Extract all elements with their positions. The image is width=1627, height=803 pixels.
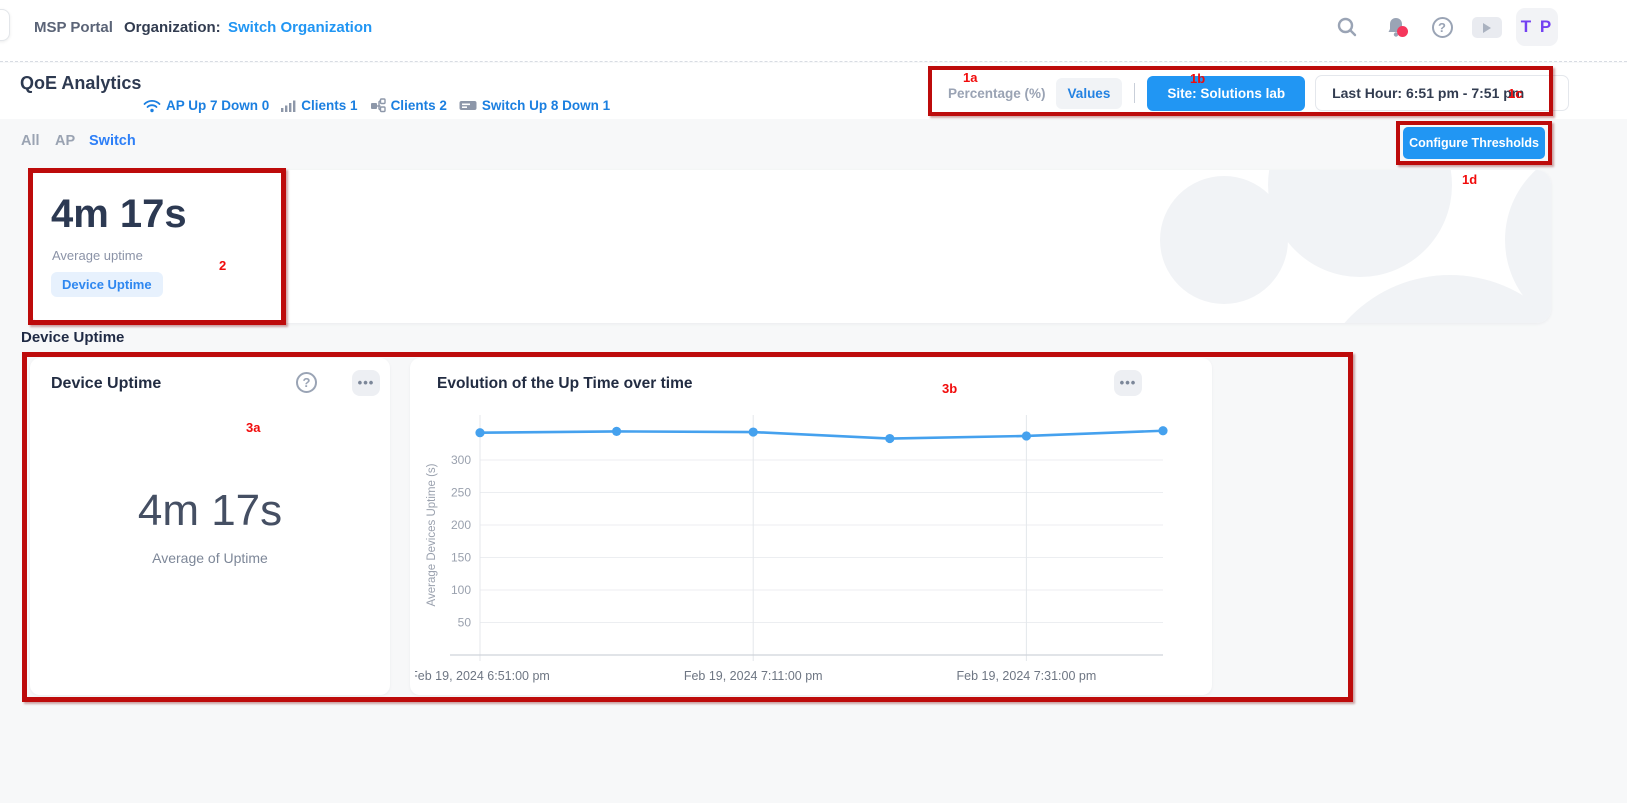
card-help-icon[interactable] — [296, 372, 317, 393]
notifications-bell-icon[interactable] — [1383, 14, 1409, 40]
clients-wireless-text: Clients 1 — [301, 98, 357, 113]
switch-stat[interactable]: Switch Up 8 Down 1 — [459, 98, 610, 113]
summary-banner-card: 4m 17s Average uptime Device Uptime — [30, 170, 1551, 323]
help-icon[interactable] — [1429, 14, 1455, 40]
organization-link[interactable]: Switch Organization — [228, 19, 372, 36]
svg-text:Feb 19, 2024 6:51:00 pm: Feb 19, 2024 6:51:00 pm — [415, 669, 550, 683]
uptime-value: 4m 17s — [30, 486, 390, 536]
uptime-line-chart[interactable]: 50 100 150 200 250 300 Feb 19, 2024 6:51:00 pm… — [415, 400, 1205, 690]
header-controls: Percentage (%) Values Site: Solutions la… — [938, 75, 1569, 111]
brand-title: MSP Portal — [34, 19, 113, 36]
ap-stat-text: AP Up 7 Down 0 — [166, 98, 269, 113]
page-title: QoE Analytics — [20, 73, 141, 94]
device-uptime-card: Device Uptime 4m 17s Average of Uptime — [30, 358, 390, 695]
user-avatar[interactable]: T P — [1516, 8, 1558, 46]
qoe-header: QoE Analytics AP Up 7 Down 0 Clients 1 C… — [0, 63, 1627, 119]
device-uptime-badge[interactable]: Device Uptime — [51, 272, 163, 297]
svg-text:100: 100 — [451, 583, 471, 597]
site-selector-button[interactable]: Site: Solutions lab — [1147, 76, 1305, 111]
notification-badge-dot — [1397, 26, 1408, 37]
average-uptime-value: 4m 17s — [51, 192, 187, 237]
card-menu-button[interactable] — [352, 370, 380, 396]
wifi-icon — [143, 99, 161, 113]
uptime-chart-card: Evolution of the Up Time over time 50 100… — [410, 358, 1212, 695]
ap-stat[interactable]: AP Up 7 Down 0 — [143, 98, 269, 113]
configure-thresholds-button[interactable]: Configure Thresholds — [1403, 127, 1545, 159]
clients-wired-stat[interactable]: Clients 2 — [370, 98, 447, 113]
average-uptime-caption: Average uptime — [52, 248, 143, 263]
svg-text:Feb 19, 2024 7:31:00 pm: Feb 19, 2024 7:31:00 pm — [957, 669, 1097, 683]
controls-divider — [1134, 83, 1135, 103]
svg-text:200: 200 — [451, 518, 471, 532]
svg-text:150: 150 — [451, 551, 471, 565]
switch-stat-text: Switch Up 8 Down 1 — [482, 98, 610, 113]
organization-label: Organization: — [124, 19, 221, 36]
search-icon[interactable] — [1334, 14, 1360, 40]
svg-text:50: 50 — [458, 616, 472, 630]
decorative-circle — [1268, 170, 1452, 277]
svg-text:Average Devices Uptime (s): Average Devices Uptime (s) — [426, 463, 438, 606]
tab-switch[interactable]: Switch — [89, 133, 136, 149]
sidebar-toggle-handle[interactable] — [0, 9, 10, 41]
time-range-selector[interactable]: Last Hour: 6:51 pm - 7:51 pm — [1315, 75, 1569, 111]
topology-icon — [370, 98, 386, 113]
svg-text:300: 300 — [451, 453, 471, 467]
signal-bars-icon — [281, 99, 296, 112]
device-stats-line: AP Up 7 Down 0 Clients 1 Clients 2 Switc… — [143, 98, 610, 113]
device-uptime-card-title: Device Uptime — [51, 375, 161, 393]
chart-title: Evolution of the Up Time over time — [437, 375, 693, 393]
svg-text:Feb 19, 2024 7:11:00 pm: Feb 19, 2024 7:11:00 pm — [684, 669, 823, 683]
tab-all[interactable]: All — [21, 133, 40, 149]
qoe-analytics-page: MSP Portal Organization: Switch Organiza… — [0, 0, 1627, 803]
svg-text:250: 250 — [451, 486, 471, 500]
video-tutorial-icon[interactable] — [1472, 17, 1502, 38]
section-title: Device Uptime — [21, 329, 124, 346]
values-toggle[interactable]: Values — [1056, 78, 1123, 109]
switch-icon — [459, 99, 477, 112]
tab-ap[interactable]: AP — [55, 133, 75, 149]
clients-wireless-stat[interactable]: Clients 1 — [281, 98, 357, 113]
percentage-toggle[interactable]: Percentage (%) — [938, 78, 1056, 109]
top-bar: MSP Portal Organization: Switch Organiza… — [0, 0, 1627, 62]
uptime-caption: Average of Uptime — [30, 550, 390, 566]
clients-wired-text: Clients 2 — [391, 98, 447, 113]
chart-menu-button[interactable] — [1114, 370, 1142, 396]
